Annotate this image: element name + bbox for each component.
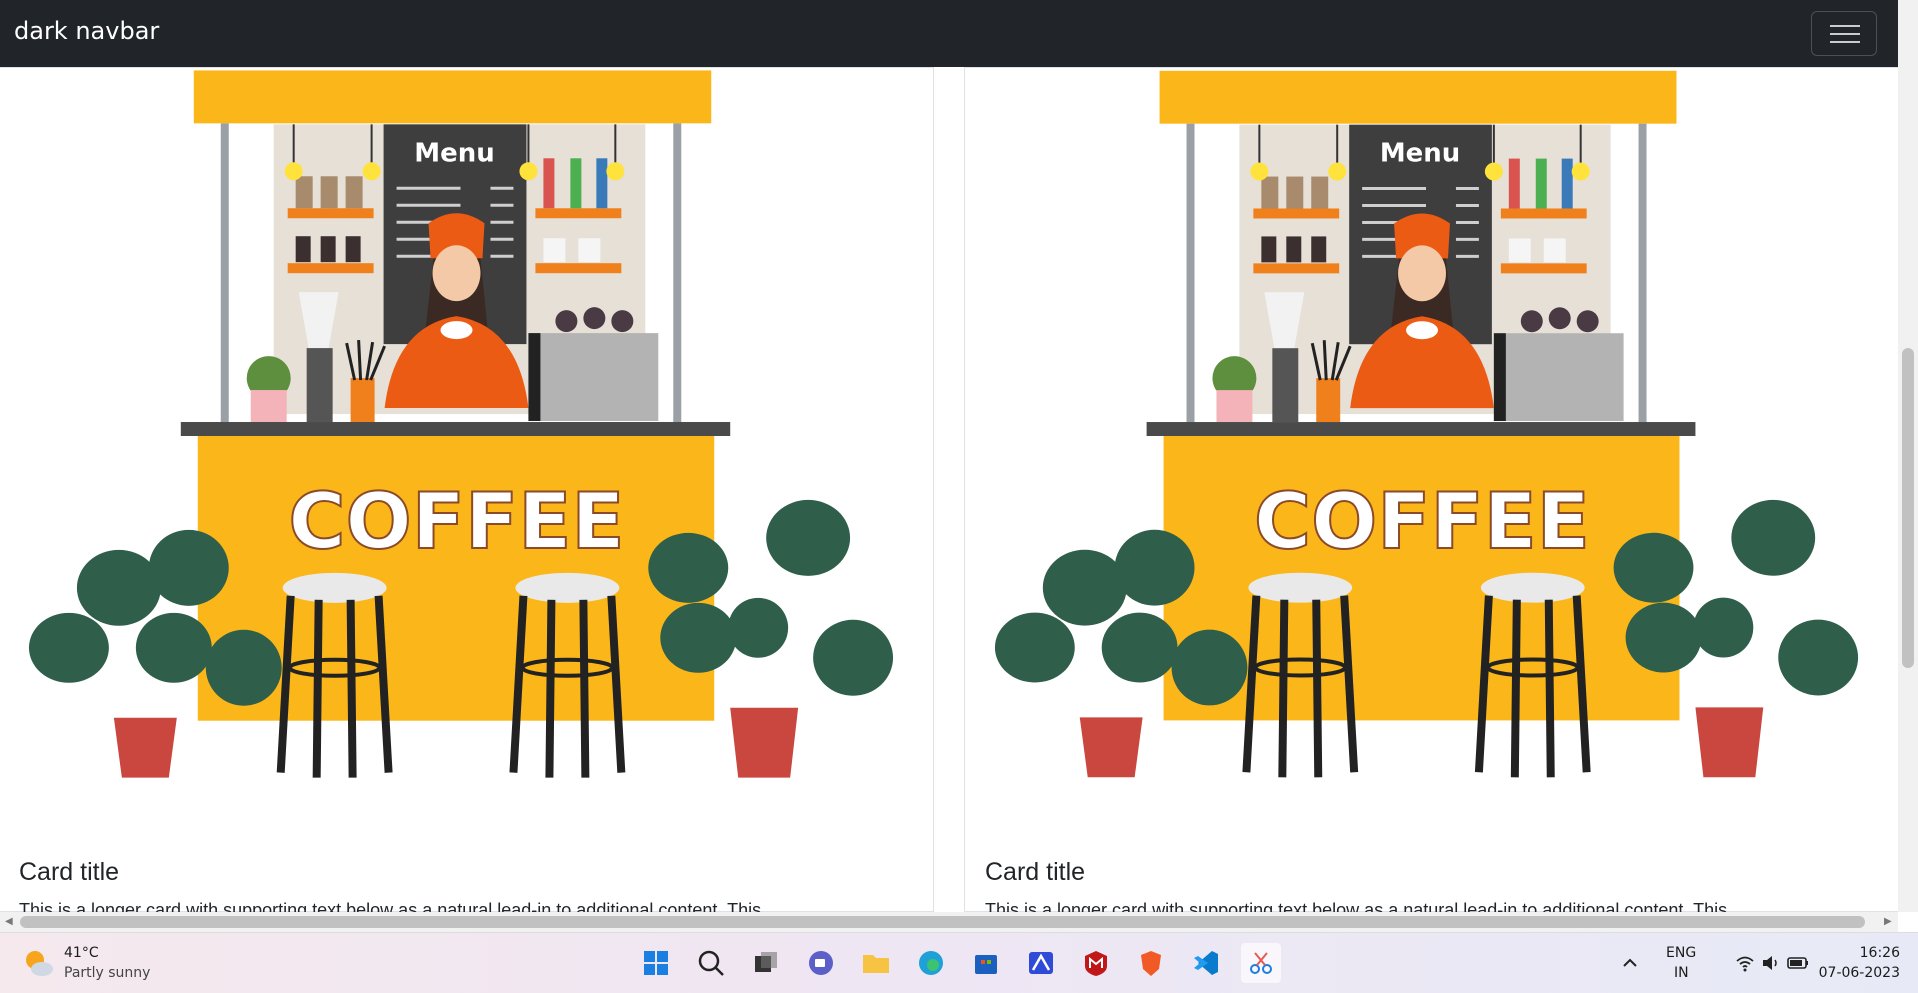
clock-time[interactable]: 16:26 [1860, 945, 1900, 961]
card: Menu COFFEE Card title This is a longer … [964, 67, 1898, 912]
store-icon[interactable] [966, 943, 1006, 983]
partly-sunny-icon [26, 951, 53, 976]
system-tray: ENG IN 16:26 07-06-2023 [1598, 933, 1918, 993]
card-image-coffee-kiosk: Menu COFFEE [994, 70, 1859, 778]
search-icon[interactable] [691, 943, 731, 983]
svg-text:COFFEE: COFFEE [1254, 477, 1590, 567]
navbar-brand[interactable]: dark navbar [14, 17, 159, 45]
browser-viewport: dark navbar Menu COFFEE Card title This … [0, 0, 1898, 912]
file-explorer-icon[interactable] [856, 943, 896, 983]
hamburger-icon [1830, 25, 1860, 27]
hamburger-icon-line [1830, 33, 1860, 35]
volume-icon[interactable] [1760, 952, 1782, 974]
battery-icon[interactable] [1786, 952, 1810, 974]
vertical-scrollbar-thumb[interactable] [1902, 348, 1914, 668]
weather-condition: Partly sunny [64, 965, 151, 981]
hamburger-icon-line [1830, 41, 1860, 43]
scroll-left-arrow-icon[interactable]: ◀ [5, 916, 13, 927]
horizontal-scrollbar-thumb[interactable] [20, 916, 1865, 928]
card-image-coffee-kiosk: Menu COFFEE [28, 70, 894, 778]
edge-icon[interactable] [911, 943, 951, 983]
brave-icon[interactable] [1131, 943, 1171, 983]
navbar-toggler-button[interactable] [1811, 11, 1877, 56]
card-text: This is a longer card with supporting te… [19, 900, 762, 912]
vscode-icon[interactable] [1186, 943, 1226, 983]
card-title: Card title [985, 858, 1086, 886]
taskbar: 41°C Partly sunny ENG IN 16:26 07-06-202… [0, 932, 1918, 993]
clock-date[interactable]: 07-06-2023 [1819, 965, 1900, 981]
svg-text:Menu: Menu [414, 138, 494, 168]
card-title: Card title [19, 858, 120, 886]
task-view-icon[interactable] [746, 943, 786, 983]
coffee-kiosk-illustration: Menu COFFEE [994, 70, 1859, 778]
coffee-kiosk-illustration: Menu COFFEE [28, 70, 894, 778]
wifi-icon[interactable] [1734, 952, 1756, 974]
potted-plant-right [1613, 499, 1859, 778]
language-region: IN [1674, 965, 1689, 981]
mcafee-icon[interactable] [1076, 943, 1116, 983]
chevron-up-icon[interactable] [1620, 953, 1640, 973]
horizontal-scrollbar[interactable]: ◀ ▶ [0, 912, 1898, 932]
card: Menu COFFEE Card title This is a longer … [0, 67, 934, 912]
vertical-scrollbar[interactable] [1898, 0, 1918, 912]
scroll-right-arrow-icon[interactable]: ▶ [1884, 916, 1892, 927]
svg-text:Menu: Menu [1380, 139, 1460, 169]
language-indicator[interactable]: ENG [1666, 945, 1696, 961]
navbar: dark navbar [0, 0, 1898, 67]
chat-icon[interactable] [801, 943, 841, 983]
svg-text:COFFEE: COFFEE [288, 477, 624, 567]
snipping-tool-icon[interactable] [1241, 943, 1281, 983]
card-text: This is a longer card with supporting te… [985, 900, 1728, 912]
potted-plant-right [648, 499, 894, 778]
windows-start-icon[interactable] [636, 943, 676, 983]
weather-temp: 41°C [64, 945, 99, 961]
app-icon[interactable] [1021, 943, 1061, 983]
